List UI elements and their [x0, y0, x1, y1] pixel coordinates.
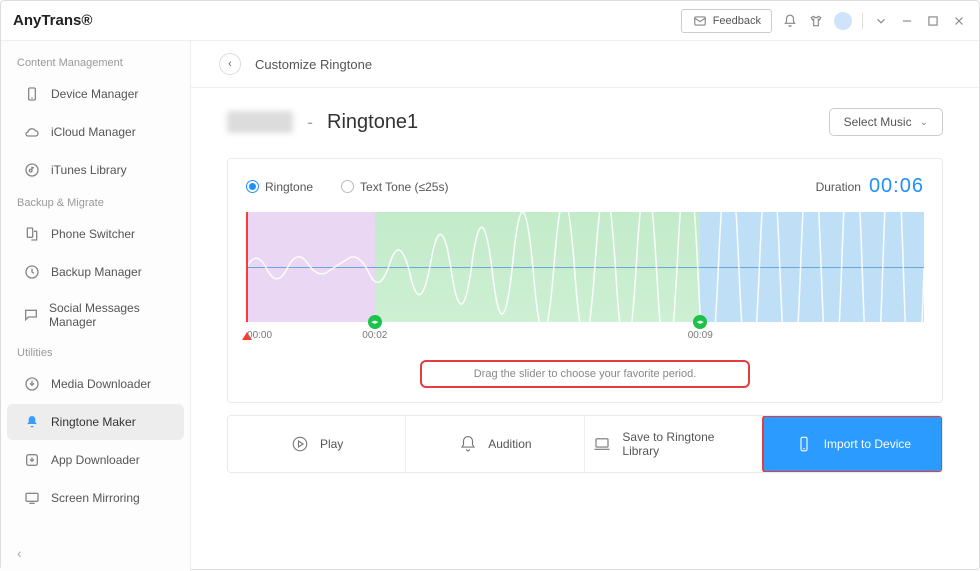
back-button[interactable]: ‹: [219, 53, 241, 75]
switch-icon: [23, 225, 41, 243]
maximize-icon[interactable]: [925, 13, 941, 29]
chevron-down-icon[interactable]: [873, 13, 889, 29]
close-icon[interactable]: [951, 13, 967, 29]
minimize-icon[interactable]: [899, 13, 915, 29]
screen-icon: [23, 489, 41, 507]
song-name: Ringtone1: [327, 111, 418, 134]
app-icon: [23, 451, 41, 469]
app-brand: AnyTrans®: [13, 12, 92, 29]
sidebar-item-backup-manager[interactable]: Backup Manager: [7, 254, 184, 290]
feedback-label: Feedback: [713, 15, 761, 27]
chat-icon: [23, 306, 39, 324]
drag-hint: Drag the slider to choose your favorite …: [420, 360, 750, 388]
sidebar-item-screen-mirroring[interactable]: Screen Mirroring: [7, 480, 184, 516]
mail-icon: [692, 13, 708, 29]
sidebar-item-icloud-manager[interactable]: iCloud Manager: [7, 114, 184, 150]
sidebar-item-app-downloader[interactable]: App Downloader: [7, 442, 184, 478]
play-button[interactable]: Play: [228, 416, 406, 472]
phone-icon: [794, 434, 814, 454]
time-start: 00:00: [247, 330, 272, 341]
radio-ringtone[interactable]: Ringtone: [246, 180, 313, 194]
sidebar: Content Management Device Manager iCloud…: [1, 41, 191, 571]
section-content-management: Content Management: [1, 49, 190, 75]
waveform[interactable]: ◂▸ ◂▸: [246, 212, 924, 322]
sidebar-item-media-downloader[interactable]: Media Downloader: [7, 366, 184, 402]
select-music-button[interactable]: Select Music ⌄: [829, 108, 943, 136]
cloud-icon: [23, 123, 41, 141]
shirt-icon[interactable]: [808, 13, 824, 29]
bell-filled-icon: [23, 413, 41, 431]
section-backup-migrate: Backup & Migrate: [1, 189, 190, 215]
artist-blurred: [227, 111, 293, 133]
history-icon: [23, 263, 41, 281]
download-icon: [23, 375, 41, 393]
sidebar-item-phone-switcher[interactable]: Phone Switcher: [7, 216, 184, 252]
radio-texttone[interactable]: Text Tone (≤25s): [341, 180, 448, 194]
bell-icon[interactable]: [782, 13, 798, 29]
title-separator: -: [307, 112, 313, 133]
bell-outline-icon: [458, 434, 478, 454]
music-note-icon: [23, 161, 41, 179]
sidebar-item-itunes-library[interactable]: iTunes Library: [7, 152, 184, 188]
sidebar-item-ringtone-maker[interactable]: Ringtone Maker: [7, 404, 184, 440]
duration-value: 00:06: [869, 175, 924, 198]
ringtone-editor: Ringtone Text Tone (≤25s) Duration 00:06: [227, 158, 943, 403]
device-icon: [23, 85, 41, 103]
playhead[interactable]: [246, 212, 248, 322]
section-utilities: Utilities: [1, 339, 190, 365]
laptop-icon: [593, 434, 613, 454]
time-sel-end: 00:09: [688, 330, 713, 341]
duration-label: Duration: [816, 180, 861, 194]
feedback-button[interactable]: Feedback: [681, 9, 772, 33]
divider: [862, 13, 863, 29]
sidebar-item-device-manager[interactable]: Device Manager: [7, 76, 184, 112]
user-avatar[interactable]: [834, 12, 852, 30]
chevron-down-icon: ⌄: [920, 117, 928, 128]
sidebar-item-social-messages[interactable]: Social Messages Manager: [7, 292, 184, 338]
import-device-button[interactable]: Import to Device: [762, 415, 943, 473]
collapse-sidebar-button[interactable]: ‹: [1, 535, 190, 571]
play-icon: [290, 434, 310, 454]
time-sel-start: 00:02: [362, 330, 387, 341]
audition-button[interactable]: Audition: [406, 416, 584, 472]
breadcrumb-title: Customize Ringtone: [255, 57, 372, 72]
save-library-button[interactable]: Save to Ringtone Library: [585, 416, 763, 472]
